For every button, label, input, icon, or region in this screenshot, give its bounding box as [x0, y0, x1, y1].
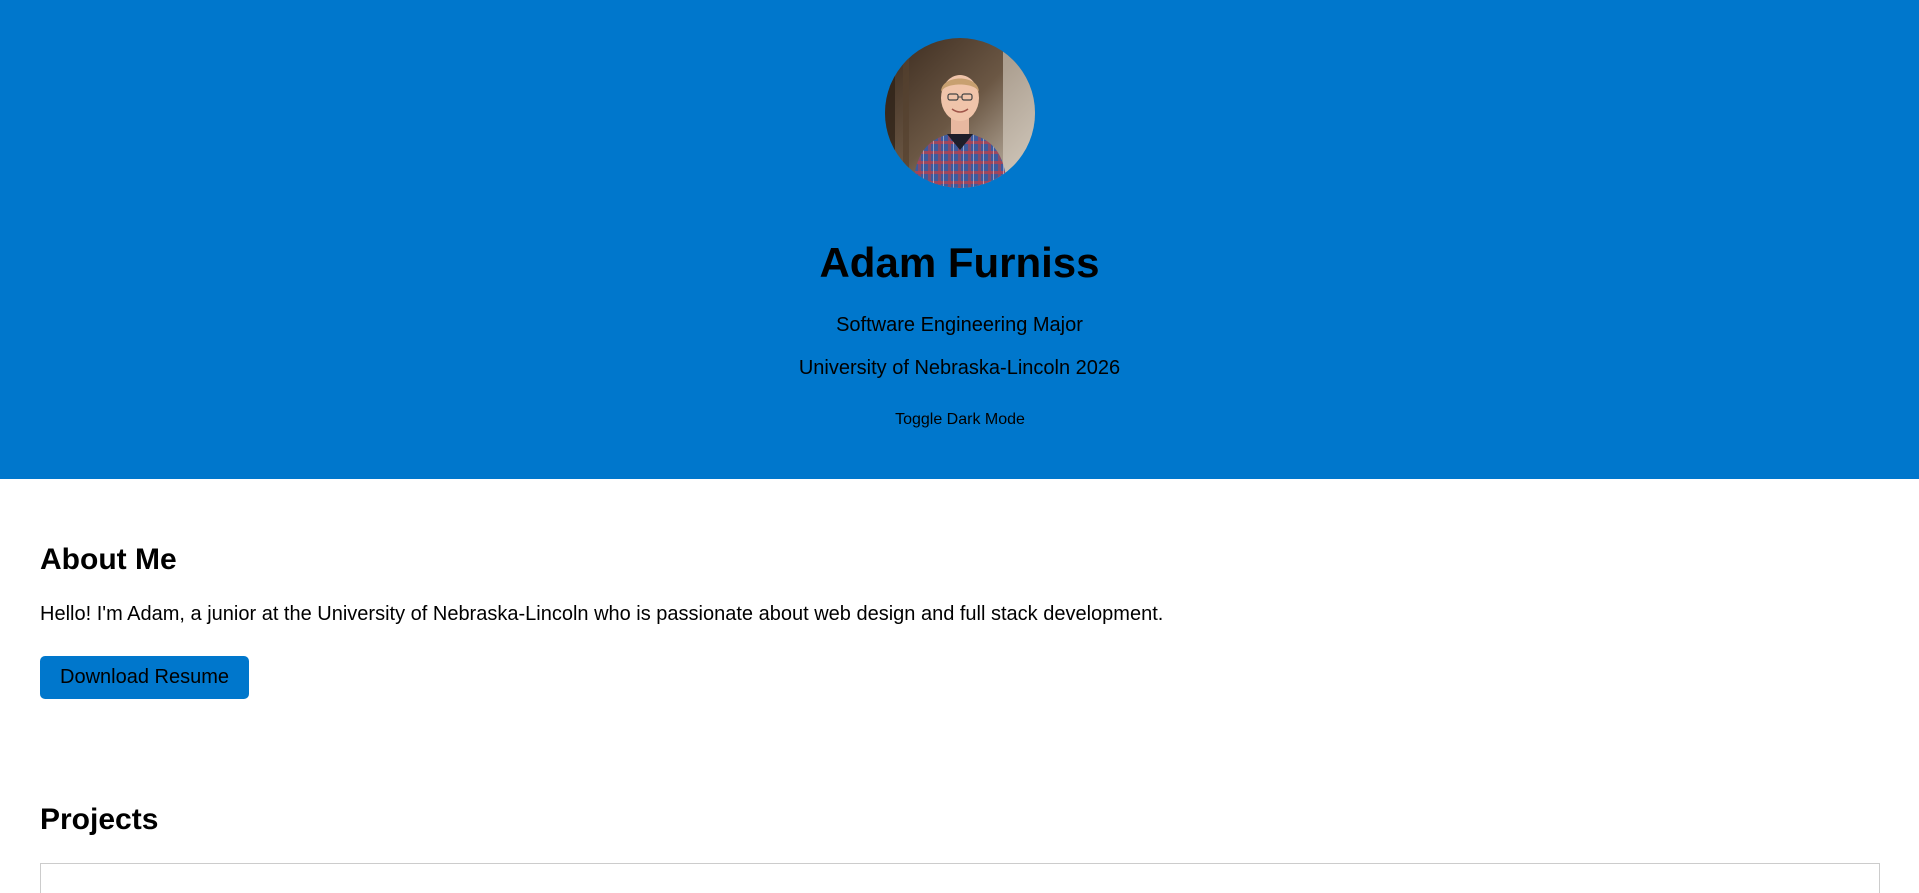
projects-title: Projects: [40, 803, 159, 836]
hero-header: Adam Furniss Software Engineering Major …: [0, 0, 1919, 479]
hero-school: University of Nebraska-Lincoln 2026: [798, 357, 1121, 379]
profile-photo: [885, 38, 1035, 188]
about-title: About Me: [40, 543, 177, 576]
hero-major: Software Engineering Major: [836, 314, 1083, 336]
about-text: Hello! I'm Adam, a junior at the Univers…: [40, 603, 1164, 625]
download-resume-button[interactable]: Download Resume: [40, 656, 249, 699]
project-card: [40, 863, 1880, 893]
profile-photo-image: [885, 38, 1035, 188]
toggle-dark-mode-button[interactable]: Toggle Dark Mode: [884, 405, 1036, 435]
hero-name: Adam Furniss: [819, 239, 1100, 286]
